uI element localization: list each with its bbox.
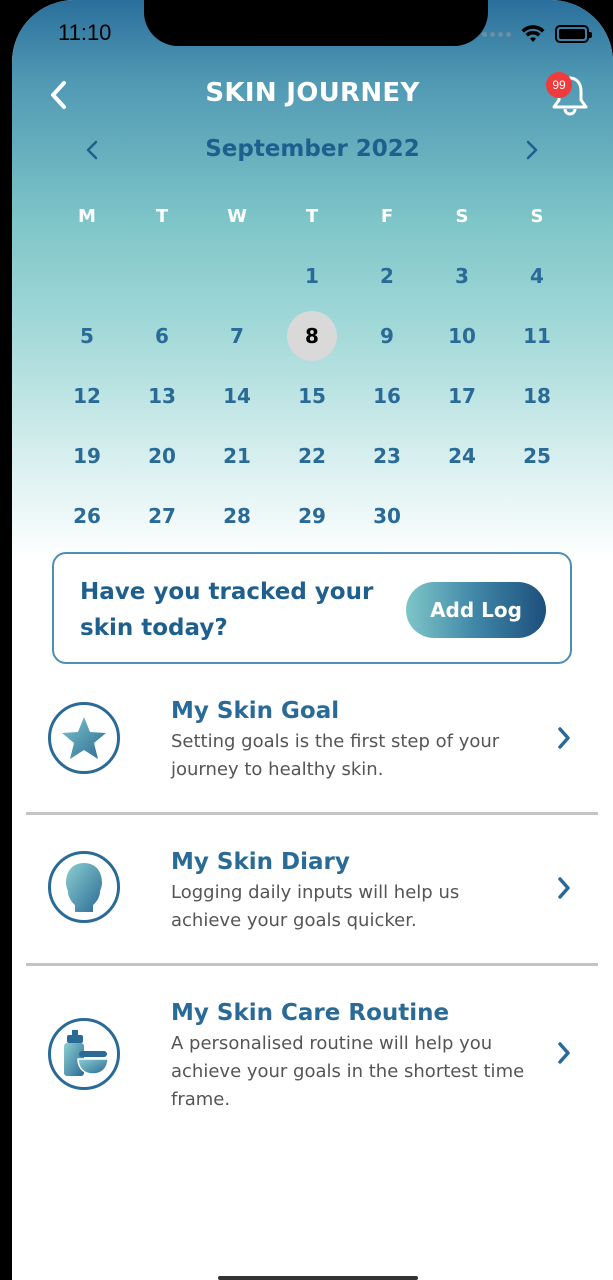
next-month-button[interactable] [518, 136, 546, 164]
skin-goal-item[interactable]: My Skin Goal Setting goals is the first … [12, 664, 613, 814]
calendar-day[interactable]: 10 [437, 311, 487, 361]
calendar-day[interactable]: 9 [362, 311, 412, 361]
chevron-right-icon [558, 877, 570, 899]
calendar-day[interactable]: 11 [512, 311, 562, 361]
item-arrow[interactable] [550, 1039, 578, 1067]
calendar-grid: M T W T F S S 1 2 3 4 5 6 7 8 9 10 11 12… [12, 186, 613, 546]
calendar-day[interactable]: 30 [362, 491, 412, 541]
status-indicators [482, 22, 592, 46]
track-question: Have you tracked your skin today? [80, 579, 374, 641]
status-time: 11:10 [58, 20, 112, 45]
page-title: SKIN JOURNEY [205, 78, 420, 108]
phone-frame: 11:10 SKIN JOURNEY 99 September 2022 M T… [0, 0, 613, 1280]
calendar-day[interactable]: 24 [437, 431, 487, 481]
star-icon [62, 717, 106, 759]
item-description: Setting goals is the first step of your … [171, 731, 500, 780]
calendar-day[interactable]: 17 [437, 371, 487, 421]
calendar-day[interactable]: 4 [512, 251, 562, 301]
chevron-right-icon [558, 727, 570, 749]
weekday-label: T [155, 205, 169, 227]
weekday-header-row: M T W T F S S [12, 186, 613, 246]
calendar-day[interactable]: 21 [212, 431, 262, 481]
calendar-day[interactable] [137, 251, 187, 301]
skin-diary-item[interactable]: My Skin Diary Logging daily inputs will … [12, 815, 613, 965]
calendar-day[interactable]: 12 [62, 371, 112, 421]
cellular-signal-icon [482, 31, 511, 37]
item-arrow[interactable] [550, 724, 578, 752]
home-indicator [218, 1276, 418, 1280]
calendar-week-row: 26 27 28 29 30 [12, 486, 613, 546]
device-notch [144, 0, 488, 46]
calendar-day[interactable]: 5 [62, 311, 112, 361]
calendar-day[interactable]: 3 [437, 251, 487, 301]
calendar-day[interactable]: 26 [62, 491, 112, 541]
weekday-label: S [455, 205, 469, 227]
calendar-day[interactable] [512, 491, 562, 541]
weekday-label: T [305, 205, 319, 227]
calendar-day[interactable]: 19 [62, 431, 112, 481]
add-log-button[interactable]: Add Log [406, 582, 546, 638]
weekday-label: M [78, 205, 96, 227]
calendar-week-row: 5 6 7 8 9 10 11 [12, 306, 613, 366]
skin-goal-icon-circle [48, 702, 120, 774]
calendar-day[interactable]: 27 [137, 491, 187, 541]
calendar-day[interactable]: 13 [137, 371, 187, 421]
weekday-label: W [227, 205, 247, 227]
calendar-day[interactable]: 6 [137, 311, 187, 361]
skin-care-routine-item[interactable]: My Skin Care Routine A personalised rout… [12, 966, 613, 1116]
chevron-right-icon [558, 1042, 570, 1064]
chevron-right-icon [526, 140, 538, 160]
item-arrow[interactable] [550, 874, 578, 902]
calendar-day[interactable]: 29 [287, 491, 337, 541]
skin-care-routine-icon-circle [48, 1018, 120, 1090]
item-title: My Skin Care Routine [171, 1000, 450, 1026]
calendar-day[interactable]: 28 [212, 491, 262, 541]
calendar-day[interactable]: 23 [362, 431, 412, 481]
calendar-week-row: 1 2 3 4 [12, 246, 613, 306]
app-screen: 11:10 SKIN JOURNEY 99 September 2022 M T… [12, 0, 613, 1280]
weekday-label: S [530, 205, 544, 227]
calendar-day[interactable]: 25 [512, 431, 562, 481]
item-title: My Skin Diary [171, 849, 350, 875]
wifi-icon [521, 25, 545, 42]
head-icon [66, 863, 102, 912]
calendar-day[interactable] [437, 491, 487, 541]
calendar-week-row: 12 13 14 15 16 17 18 [12, 366, 613, 426]
calendar-day[interactable]: 14 [212, 371, 262, 421]
weekday-label: F [380, 205, 394, 227]
item-description: A personalised routine will help you ach… [171, 1033, 525, 1110]
calendar-day[interactable] [62, 251, 112, 301]
battery-icon [555, 25, 592, 43]
calendar-day[interactable]: 20 [137, 431, 187, 481]
track-skin-card: Have you tracked your skin today? Add Lo… [52, 552, 572, 664]
calendar-day[interactable]: 7 [212, 311, 262, 361]
calendar-day[interactable]: 2 [362, 251, 412, 301]
calendar-day[interactable]: 16 [362, 371, 412, 421]
calendar-day[interactable]: 22 [287, 431, 337, 481]
skincare-products-icon [64, 1030, 109, 1076]
calendar-week-row: 19 20 21 22 23 24 25 [12, 426, 613, 486]
item-description: Logging daily inputs will help us achiev… [171, 882, 460, 931]
calendar-day[interactable]: 18 [512, 371, 562, 421]
skin-diary-icon-circle [48, 851, 120, 923]
calendar-day[interactable]: 1 [287, 251, 337, 301]
item-title: My Skin Goal [171, 698, 340, 724]
calendar-day[interactable]: 15 [287, 371, 337, 421]
notification-badge: 99 [546, 72, 572, 98]
calendar-day-selected[interactable]: 8 [287, 311, 337, 361]
calendar-day[interactable] [212, 251, 262, 301]
